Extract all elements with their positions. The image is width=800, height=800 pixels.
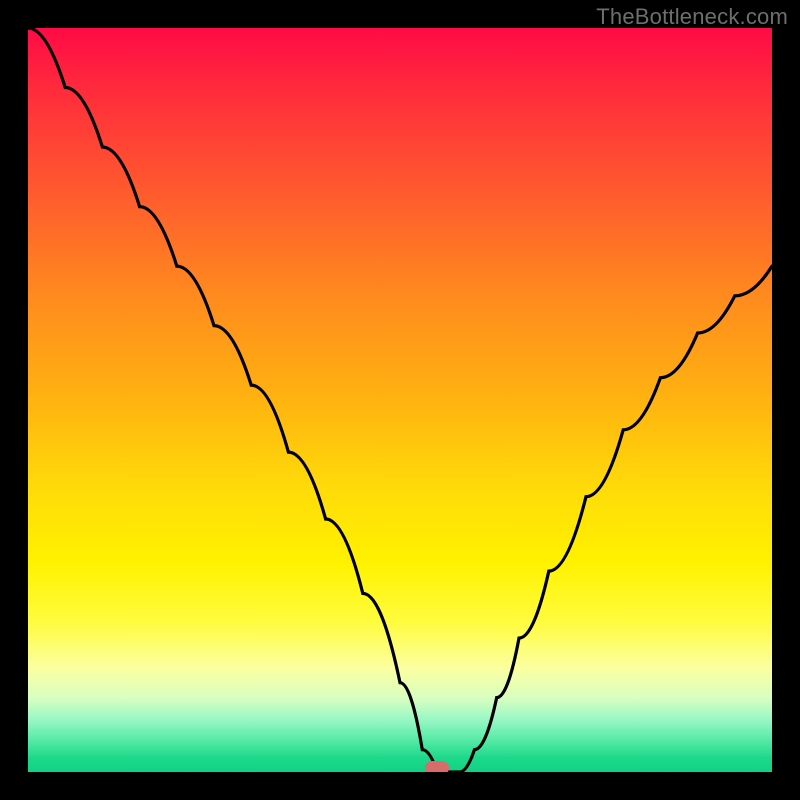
bottleneck-curve <box>28 28 772 772</box>
chart-frame: TheBottleneck.com <box>0 0 800 800</box>
watermark-text: TheBottleneck.com <box>596 4 788 30</box>
bottleneck-minimum-marker <box>425 761 449 772</box>
plot-area <box>28 28 772 772</box>
